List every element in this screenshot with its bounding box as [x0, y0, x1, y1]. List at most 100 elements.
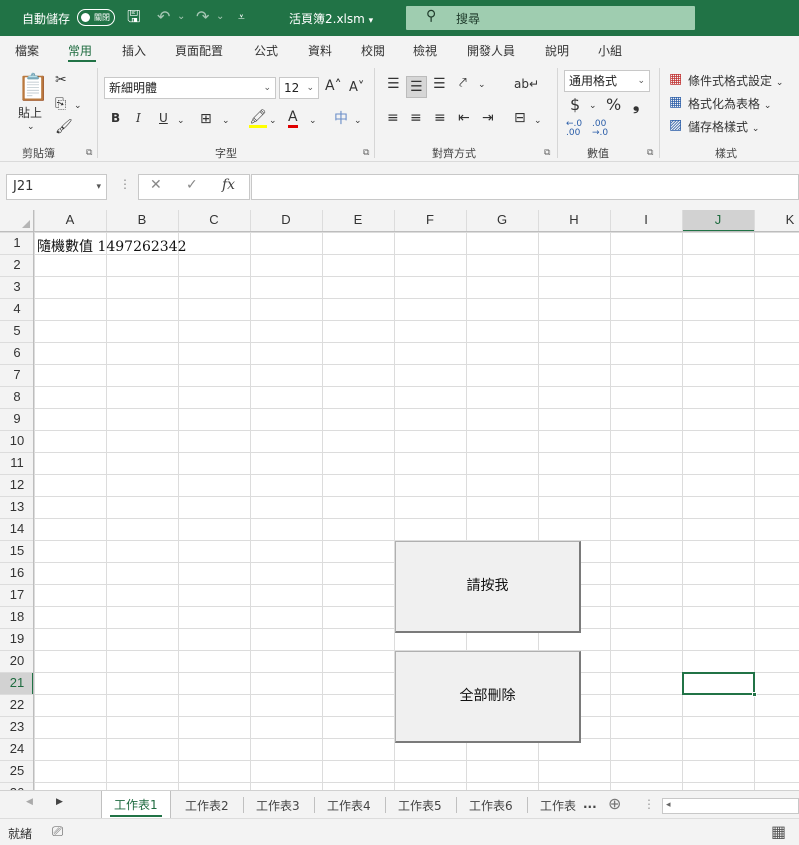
- grow-font-button[interactable]: A˄: [325, 78, 342, 94]
- filename[interactable]: 活頁簿2.xlsm ▾: [289, 10, 373, 27]
- format-as-table-button[interactable]: 格式化為表格 ⌄: [688, 95, 771, 112]
- column-header[interactable]: H: [569, 212, 578, 227]
- paste-dropdown-icon[interactable]: ⌄: [27, 119, 35, 135]
- font-size-dropdown[interactable]: 12 ⌄: [279, 77, 319, 99]
- more-sheets-button[interactable]: ...: [583, 797, 597, 811]
- tab-page-layout[interactable]: 頁面配置: [175, 42, 223, 59]
- increase-decimal-button[interactable]: ←.0 .00: [566, 120, 588, 138]
- borders-dropdown-icon[interactable]: ⌄: [222, 113, 230, 129]
- row-header[interactable]: 10: [10, 433, 24, 448]
- align-top-icon[interactable]: ☰: [387, 76, 400, 92]
- column-header[interactable]: G: [497, 212, 507, 227]
- row-header[interactable]: 25: [10, 763, 24, 778]
- row-header[interactable]: 9: [13, 411, 20, 426]
- tab-review[interactable]: 校閱: [361, 42, 385, 59]
- number-format-dropdown[interactable]: 通用格式 ⌄: [564, 70, 650, 92]
- cut-icon[interactable]: ✂: [55, 72, 67, 88]
- row-header[interactable]: 19: [10, 631, 24, 646]
- font-launcher-icon[interactable]: ⧉: [363, 148, 369, 158]
- macro-record-icon[interactable]: ⎚: [52, 824, 63, 840]
- borders-icon[interactable]: ⊞: [200, 111, 212, 127]
- scroll-left-icon[interactable]: ◂: [666, 800, 671, 810]
- tab-insert[interactable]: 插入: [122, 42, 146, 59]
- save-icon[interactable]: 🖫: [127, 8, 141, 26]
- column-header[interactable]: E: [354, 212, 363, 227]
- column-header[interactable]: A: [66, 212, 75, 227]
- row-header[interactable]: 12: [10, 477, 24, 492]
- increase-indent-icon[interactable]: ⇥: [482, 110, 494, 126]
- decrease-indent-icon[interactable]: ⇤: [458, 110, 470, 126]
- column-header[interactable]: B: [138, 212, 147, 227]
- tab-formulas[interactable]: 公式: [254, 42, 278, 59]
- cell-styles-button[interactable]: 儲存格樣式 ⌄: [688, 118, 759, 135]
- tab-data[interactable]: 資料: [308, 42, 332, 59]
- copy-icon[interactable]: ⎘: [55, 96, 66, 112]
- row-header[interactable]: 4: [13, 301, 20, 316]
- shrink-font-button[interactable]: A˅: [349, 80, 364, 95]
- sheet-tab-4[interactable]: 工作表4: [327, 797, 371, 814]
- sheet-tab-5[interactable]: 工作表5: [398, 797, 442, 814]
- press-me-button[interactable]: 請按我: [395, 541, 581, 633]
- row-header[interactable]: 20: [10, 653, 24, 668]
- row-header[interactable]: 21: [10, 675, 24, 690]
- cancel-icon[interactable]: ✕: [150, 177, 162, 193]
- format-painter-icon[interactable]: 🖌: [55, 119, 73, 135]
- decrease-decimal-button[interactable]: .00 →.0: [592, 120, 614, 138]
- currency-button[interactable]: $: [570, 95, 580, 114]
- underline-dropdown-icon[interactable]: ⌄: [177, 113, 185, 129]
- delete-all-button[interactable]: 全部刪除: [395, 651, 581, 743]
- tab-split-handle-icon[interactable]: ⋮: [643, 797, 655, 811]
- fill-handle[interactable]: [752, 692, 757, 697]
- orientation-dropdown-icon[interactable]: ⌄: [478, 77, 486, 93]
- column-header[interactable]: J: [715, 212, 722, 227]
- active-cell-j21[interactable]: [682, 672, 757, 697]
- row-header[interactable]: 17: [10, 587, 24, 602]
- italic-button[interactable]: I: [136, 111, 141, 125]
- row-header[interactable]: 6: [13, 345, 20, 360]
- fill-color-icon[interactable]: 🖍: [249, 109, 267, 128]
- normal-view-icon[interactable]: ▦: [771, 822, 786, 841]
- font-name-dropdown[interactable]: 新細明體 ⌄: [104, 77, 276, 99]
- search-box[interactable]: ⚲ 搜尋: [406, 6, 695, 30]
- column-header[interactable]: D: [281, 212, 290, 227]
- column-header[interactable]: F: [426, 212, 434, 227]
- name-box[interactable]: J21 ▾: [6, 174, 107, 200]
- phonetic-guide-icon[interactable]: 中: [334, 111, 348, 127]
- prev-sheet-icon[interactable]: ◀: [26, 797, 33, 807]
- sheet-tab-2[interactable]: 工作表2: [185, 797, 229, 814]
- bold-button[interactable]: B: [111, 111, 120, 125]
- row-header[interactable]: 14: [10, 521, 24, 536]
- insert-function-button[interactable]: fx: [222, 177, 235, 193]
- align-right-icon[interactable]: ≡: [434, 110, 446, 126]
- tab-help[interactable]: 說明: [545, 42, 569, 59]
- row-header[interactable]: 23: [10, 719, 24, 734]
- row-header[interactable]: 18: [10, 609, 24, 624]
- paste-icon[interactable]: 📋: [17, 74, 49, 102]
- column-header[interactable]: K: [786, 212, 795, 227]
- tab-file[interactable]: 檔案: [15, 42, 39, 59]
- sheet-tab-3[interactable]: 工作表3: [256, 797, 300, 814]
- wrap-text-icon[interactable]: ab↵: [514, 76, 539, 92]
- tab-team[interactable]: 小組: [598, 42, 622, 59]
- row-header[interactable]: 3: [13, 279, 20, 294]
- underline-button[interactable]: U: [159, 111, 168, 125]
- redo-icon[interactable]: ↷: [196, 8, 209, 26]
- font-color-icon[interactable]: A: [288, 109, 298, 128]
- row-header[interactable]: 1: [13, 235, 20, 250]
- row-header[interactable]: 8: [13, 389, 20, 404]
- undo-icon[interactable]: ↶: [157, 8, 170, 26]
- redo-dropdown-icon[interactable]: ⌄: [216, 8, 224, 26]
- comma-style-button[interactable]: ❟: [633, 95, 639, 115]
- phonetic-dropdown-icon[interactable]: ⌄: [354, 113, 362, 129]
- conditional-format-button[interactable]: 條件式格式設定 ⌄: [688, 72, 783, 89]
- sheet-tab-7[interactable]: 工作表: [540, 797, 576, 814]
- formula-input[interactable]: [251, 174, 799, 200]
- sheet-tab-6[interactable]: 工作表6: [469, 797, 513, 814]
- row-header[interactable]: 24: [10, 741, 24, 756]
- cell-a1[interactable]: 隨機數值 1497262342: [37, 236, 187, 256]
- merge-dropdown-icon[interactable]: ⌄: [534, 113, 542, 129]
- row-header[interactable]: 2: [13, 257, 20, 272]
- row-header[interactable]: 22: [10, 697, 24, 712]
- undo-dropdown-icon[interactable]: ⌄: [177, 8, 185, 26]
- orientation-icon[interactable]: ⤤: [459, 75, 467, 91]
